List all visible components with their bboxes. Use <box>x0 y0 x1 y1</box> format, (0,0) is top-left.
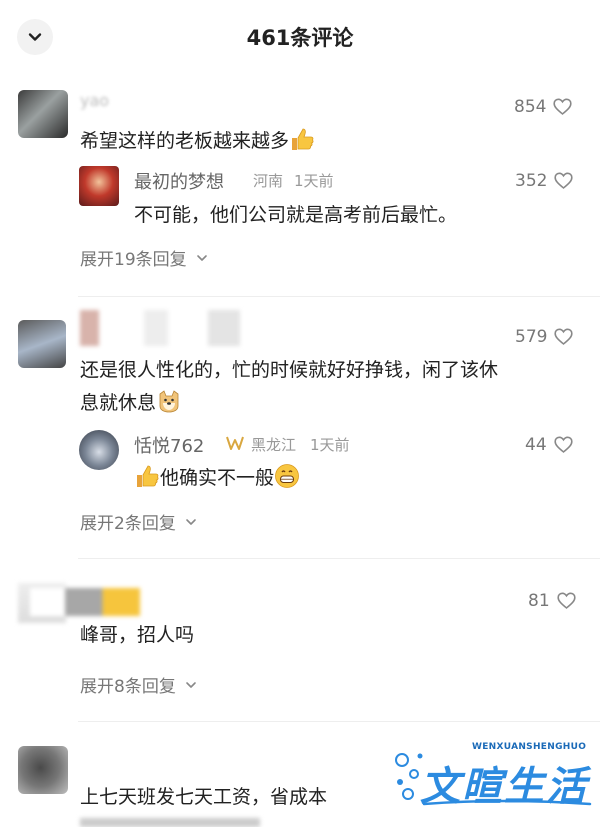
watermark-subtitle: WENXUANSHENGHUO <box>472 742 587 752</box>
redacted-username <box>80 310 240 346</box>
reply-location: 河南 <box>253 172 284 190</box>
comment-text: 希望这样的老板越来越多 <box>80 125 315 158</box>
reply-avatar[interactable] <box>79 430 119 470</box>
avatar[interactable] <box>18 90 68 138</box>
expand-replies-button[interactable]: 展开19条回复 <box>80 245 209 270</box>
comment-text: 上七天班发七天工资，省成本 <box>80 786 328 808</box>
reply-like-button[interactable]: 352 <box>515 170 574 191</box>
reply-time: 1天前 <box>310 436 350 454</box>
like-button[interactable]: 81 <box>528 590 577 611</box>
comment-count-title: 461条评论 <box>246 26 354 50</box>
avatar[interactable] <box>18 320 66 368</box>
redacted-username <box>30 588 140 616</box>
heart-icon <box>554 436 573 453</box>
thumbs-up-emoji-icon <box>292 128 314 150</box>
reply-text: 他确实不一般 <box>134 462 300 495</box>
reply-text: 不可能，他们公司就是高考前后最忙。 <box>134 204 458 226</box>
swoosh-icon <box>422 799 592 806</box>
chevron-down-icon <box>186 681 196 688</box>
divider <box>78 558 600 559</box>
reply-location: 黑龙江 <box>251 436 297 454</box>
avatar[interactable] <box>18 746 68 794</box>
reply-username[interactable]: 最初的梦想 <box>134 168 224 194</box>
watermark-logo: WENXUANSHENGHUO 文暄生活 <box>392 742 592 810</box>
reply-like-button[interactable]: 44 <box>525 434 574 455</box>
reply-time: 1天前 <box>294 172 334 190</box>
like-count: 44 <box>525 434 547 455</box>
badge-icon <box>226 436 244 450</box>
heart-icon <box>553 98 573 115</box>
chevron-down-icon <box>186 518 196 525</box>
like-count: 854 <box>514 96 547 117</box>
heart-icon <box>554 328 574 345</box>
comments-header: 461条评论 <box>0 0 600 74</box>
comment-username[interactable]: yao <box>80 91 109 110</box>
reply-avatar[interactable] <box>79 166 119 206</box>
comment-text: 还是很人性化的，忙的时候就好好挣钱，闲了该休 息就休息 <box>80 359 499 414</box>
heart-icon <box>557 592 576 609</box>
divider <box>78 721 600 722</box>
expand-replies-button[interactable]: 展开8条回复 <box>80 672 198 697</box>
divider <box>78 296 600 297</box>
like-count: 81 <box>528 590 550 611</box>
thumbs-up-emoji-icon <box>137 465 159 487</box>
grin-emoji-icon <box>275 464 299 488</box>
like-count: 352 <box>515 170 548 191</box>
like-button[interactable]: 579 <box>515 326 574 347</box>
like-count: 579 <box>515 326 548 347</box>
comment-text: 峰哥，招人吗 <box>80 624 195 646</box>
expand-replies-button[interactable]: 展开2条回复 <box>80 509 198 534</box>
heart-icon <box>554 172 574 189</box>
redacted-next-item <box>80 818 260 827</box>
doge-emoji-icon <box>159 390 179 413</box>
reply-username[interactable]: 恬悦762 <box>134 432 204 458</box>
like-button[interactable]: 854 <box>514 96 573 117</box>
chevron-down-icon <box>196 254 207 261</box>
